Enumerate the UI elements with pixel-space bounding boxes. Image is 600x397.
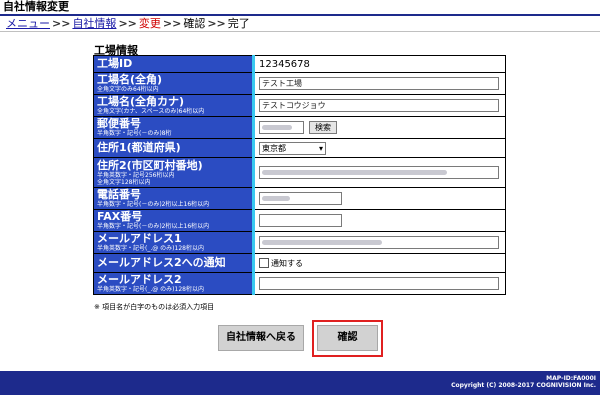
row-fax: FAX番号 半角数字・記号(－のみ)2桁以上16桁以内: [93, 209, 506, 232]
breadcrumb-current: 変更: [138, 17, 161, 30]
field-label: 電話番号 半角数字・記号(－のみ)2桁以上16桁以内: [93, 187, 255, 210]
field-label: 工場ID: [93, 55, 255, 73]
field-label: メールアドレス2 半角英数字・記号(_.@ のみ)128桁以内: [93, 272, 255, 295]
field-label: メールアドレス2への通知: [93, 253, 255, 273]
breadcrumb-divider: [0, 31, 600, 32]
row-factory-id: 工場ID 12345678: [93, 55, 506, 73]
factory-name-input[interactable]: テスト工場: [259, 77, 499, 90]
email1-input[interactable]: [259, 236, 499, 249]
row-address2: 住所2(市区町村番地) 半角英数字・記号256桁以内 全角文字128桁以内: [93, 157, 506, 188]
row-email2: メールアドレス2 半角英数字・記号(_.@ のみ)128桁以内: [93, 272, 506, 295]
row-factory-kana: 工場名(全角カナ) 全角文字(カナ、スペースのみ)64桁以内 テストコウジョウ: [93, 94, 506, 117]
field-label: FAX番号 半角数字・記号(－のみ)2桁以上16桁以内: [93, 209, 255, 232]
phone-input[interactable]: [259, 192, 342, 205]
field-label: 郵便番号 半角数字・記号(－のみ)8桁: [93, 116, 255, 139]
map-id: MAP-ID:FA000I: [546, 375, 596, 382]
row-factory-name: 工場名(全角) 全角文字のみ64桁以内 テスト工場: [93, 72, 506, 95]
factory-info-form: 工場ID 12345678 工場名(全角) 全角文字のみ64桁以内 テスト工場 工…: [93, 55, 506, 295]
field-label: メールアドレス1 半角英数字・記号(_.@ のみ)128桁以内: [93, 231, 255, 254]
notify-checkbox[interactable]: [259, 258, 269, 268]
postal-code-input[interactable]: [259, 121, 304, 134]
fax-input[interactable]: [259, 214, 342, 227]
required-note: ※ 項目名が白字のものは必須入力項目: [94, 303, 215, 311]
row-email1: メールアドレス1 半角英数字・記号(_.@ のみ)128桁以内: [93, 231, 506, 254]
field-label: 住所2(市区町村番地) 半角英数字・記号256桁以内 全角文字128桁以内: [93, 157, 255, 188]
field-label: 住所1(都道府県): [93, 138, 255, 158]
breadcrumb-separator: >>: [207, 17, 226, 30]
breadcrumb-separator: >>: [118, 17, 137, 30]
field-label: 工場名(全角カナ) 全角文字(カナ、スペースのみ)64桁以内: [93, 94, 255, 117]
factory-kana-input[interactable]: テストコウジョウ: [259, 99, 499, 112]
postal-search-button[interactable]: 検索: [309, 121, 337, 134]
confirm-button[interactable]: 確認: [317, 325, 378, 351]
email2-input[interactable]: [259, 277, 499, 290]
notify-checkbox-label: 通知する: [271, 258, 303, 268]
breadcrumb-separator: >>: [52, 17, 71, 30]
breadcrumb-confirm: 確認: [183, 17, 206, 30]
breadcrumb-done: 完了: [227, 17, 250, 30]
back-to-own-info-button[interactable]: 自社情報へ戻る: [218, 325, 304, 351]
breadcrumb-separator: >>: [162, 17, 182, 30]
title-divider: [0, 14, 600, 16]
chevron-down-icon: ▾: [318, 143, 323, 153]
row-email2-notify: メールアドレス2への通知 通知する: [93, 253, 506, 273]
breadcrumb-menu-link[interactable]: メニュー: [6, 17, 50, 30]
row-address1: 住所1(都道府県) 東京都 ▾: [93, 138, 506, 158]
copyright: Copyright (C) 2008-2017 COGNIVISION Inc.: [451, 382, 596, 389]
row-phone: 電話番号 半角数字・記号(－のみ)2桁以上16桁以内: [93, 187, 506, 210]
address2-input[interactable]: [259, 166, 499, 179]
factory-id-value: 12345678: [253, 55, 506, 73]
breadcrumb: メニュー >> 自社情報 >> 変更 >> 確認 >> 完了: [6, 17, 250, 31]
prefecture-select[interactable]: 東京都 ▾: [259, 141, 326, 155]
window-title: 自社情報変更: [0, 0, 600, 14]
footer: MAP-ID:FA000I Copyright (C) 2008-2017 CO…: [0, 371, 600, 395]
breadcrumb-own-info-link[interactable]: 自社情報: [72, 17, 116, 30]
field-label: 工場名(全角) 全角文字のみ64桁以内: [93, 72, 255, 95]
row-postal: 郵便番号 半角数字・記号(－のみ)8桁 検索: [93, 116, 506, 139]
